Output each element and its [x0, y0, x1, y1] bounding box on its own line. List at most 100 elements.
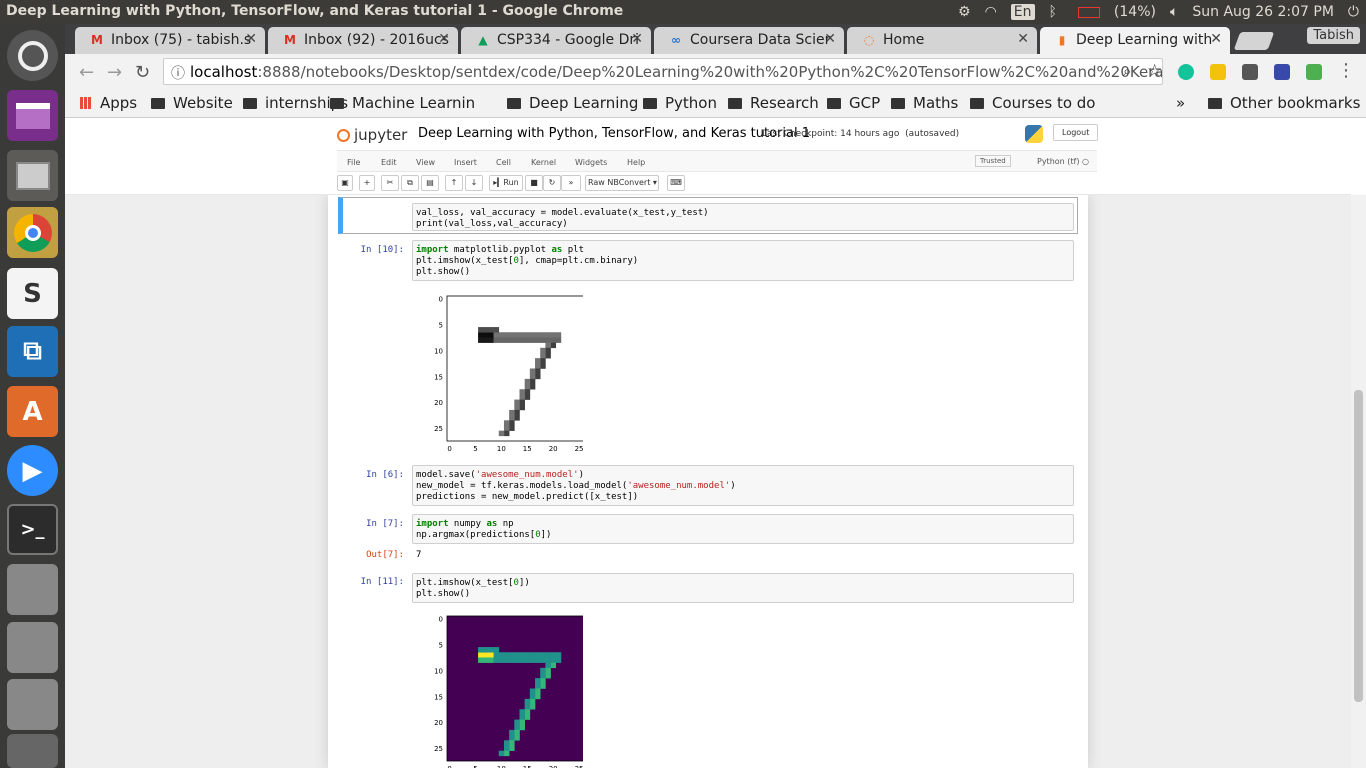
new-tab-button[interactable]: [1233, 32, 1275, 50]
clock[interactable]: Sun Aug 26 2:07 PM: [1192, 4, 1334, 20]
menu-kernel[interactable]: Kernel: [531, 158, 556, 167]
software-center-icon[interactable]: A: [7, 386, 58, 437]
code-cell-imshow-color[interactable]: plt.imshow(x_test[0]) plt.show(): [412, 573, 1074, 603]
keyboard-layout[interactable]: En: [1010, 4, 1035, 20]
volume-icon[interactable]: 🔈︎: [1170, 4, 1178, 20]
add-cell-icon[interactable]: +: [359, 175, 375, 191]
file-manager-icon[interactable]: [7, 150, 58, 201]
image-pixel: [545, 337, 551, 343]
ubuntu-dash-icon[interactable]: [7, 30, 58, 81]
forward-button[interactable]: →: [107, 62, 122, 83]
close-icon[interactable]: ✕: [438, 31, 450, 47]
menu-view[interactable]: View: [416, 158, 435, 167]
cell-type-select[interactable]: Raw NBConvert ▾: [585, 175, 659, 191]
python-logo-icon: [1025, 125, 1043, 143]
bookmark-maths[interactable]: Maths: [891, 94, 958, 112]
zoom-search-icon[interactable]: ⌕: [1123, 62, 1131, 80]
close-icon[interactable]: ✕: [245, 31, 257, 47]
bookmark-website[interactable]: Website: [151, 94, 233, 112]
bookmark-deep-learning[interactable]: Deep Learning: [507, 94, 638, 112]
settings-icon[interactable]: ⚙: [958, 4, 971, 20]
wifi-icon[interactable]: ◠: [985, 4, 997, 20]
page-scrollbar[interactable]: [1351, 195, 1366, 768]
power-icon[interactable]: ⏻: [1348, 4, 1359, 20]
notebook-name[interactable]: Deep Learning with Python, TensorFlow, a…: [418, 126, 810, 141]
bookmark-research[interactable]: Research: [728, 94, 819, 112]
download-icon[interactable]: [1306, 64, 1322, 80]
close-icon[interactable]: ✕: [1017, 31, 1029, 47]
move-up-icon[interactable]: ↑: [445, 175, 463, 191]
bookmark-label: Apps: [100, 94, 138, 112]
bookmark-courses[interactable]: Courses to do: [970, 94, 1095, 112]
menu-edit[interactable]: Edit: [381, 158, 397, 167]
close-icon[interactable]: ✕: [824, 31, 836, 47]
menu-insert[interactable]: Insert: [454, 158, 477, 167]
code-cell-argmax[interactable]: import numpy as np np.argmax(predictions…: [412, 514, 1074, 544]
slack-icon[interactable]: S: [7, 268, 58, 319]
grammarly-icon[interactable]: [1178, 64, 1194, 80]
command-palette-icon[interactable]: ⌨: [667, 175, 685, 191]
logout-button[interactable]: Logout: [1053, 124, 1099, 141]
extension-icon-2[interactable]: [1274, 64, 1290, 80]
bookmark-apps[interactable]: Apps: [80, 94, 137, 112]
battery-icon[interactable]: [1071, 4, 1107, 20]
tab-inbox-1[interactable]: M Inbox (75) - tabish.s ✕: [75, 27, 265, 54]
terminal-icon[interactable]: >_: [7, 504, 58, 555]
bluetooth-icon[interactable]: ᛒ: [1049, 4, 1057, 20]
chrome-icon[interactable]: [7, 207, 58, 258]
move-down-icon[interactable]: ↓: [465, 175, 483, 191]
tab-drive[interactable]: ▲ CSP334 - Google Dri ✕: [461, 27, 651, 54]
bookmark-python[interactable]: Python: [643, 94, 717, 112]
input-prompt: In [6]:: [366, 470, 404, 480]
trusted-badge[interactable]: Trusted: [975, 155, 1011, 167]
vscode-icon[interactable]: ⧉: [7, 326, 58, 377]
other-bookmarks[interactable]: Other bookmarks: [1208, 94, 1360, 112]
extension-icon[interactable]: [1242, 64, 1258, 80]
image-pixel: [529, 688, 536, 694]
code-cell-imshow-binary[interactable]: import matplotlib.pyplot as plt plt.imsh…: [412, 240, 1074, 281]
trash-icon[interactable]: [7, 734, 58, 768]
tab-inbox-2[interactable]: M Inbox (92) - 2016ucs ✕: [268, 27, 458, 54]
profile-button[interactable]: Tabish: [1307, 27, 1360, 44]
bookmark-star-icon[interactable]: ☆: [1147, 61, 1162, 81]
menu-file[interactable]: File: [347, 158, 360, 167]
image-pixel: [493, 657, 500, 663]
save-icon[interactable]: ▣: [337, 175, 353, 191]
cut-icon[interactable]: ✂: [381, 175, 399, 191]
workspaces-icon[interactable]: [7, 90, 58, 141]
paste-icon[interactable]: ▤: [421, 175, 439, 191]
stop-icon[interactable]: ■: [525, 175, 543, 191]
info-icon[interactable]: ⓘ: [171, 63, 185, 83]
tab-coursera[interactable]: ∞ Coursera Data Scier ✕: [654, 27, 844, 54]
kernel-idle-icon: ○: [1082, 157, 1089, 166]
drive-icon-1[interactable]: [7, 564, 58, 615]
bookmarks-overflow[interactable]: »: [1176, 94, 1185, 112]
code-cell-evaluate[interactable]: val_loss, val_accuracy = model.evaluate(…: [412, 203, 1074, 231]
image-pixel: [540, 363, 546, 369]
keep-icon[interactable]: [1210, 64, 1226, 80]
drive-icon-2[interactable]: [7, 622, 58, 673]
jupyter-logo[interactable]: jupyter: [337, 126, 407, 144]
scrollbar-thumb[interactable]: [1354, 390, 1363, 702]
bookmark-machine-learning[interactable]: Machine Learnin: [330, 94, 493, 112]
zoom-icon[interactable]: ▶: [7, 445, 58, 496]
address-bar[interactable]: ⓘ localhost:8888/notebooks/Desktop/sentd…: [163, 58, 1163, 85]
tab-home[interactable]: ◌ Home ✕: [847, 27, 1037, 54]
reload-button[interactable]: ↻: [135, 62, 150, 83]
code-cell-save-model[interactable]: model.save('awesome_num.model') new_mode…: [412, 465, 1074, 506]
drive-icon-3[interactable]: [7, 679, 58, 730]
menu-help[interactable]: Help: [627, 158, 645, 167]
menu-cell[interactable]: Cell: [496, 158, 511, 167]
copy-icon[interactable]: ⧉: [401, 175, 419, 191]
tab-strip: M Inbox (75) - tabish.s ✕ M Inbox (92) - 20…: [65, 24, 1366, 54]
tab-deep-learning[interactable]: ▮ Deep Learning with ✕: [1040, 27, 1230, 54]
back-button[interactable]: ←: [79, 62, 94, 83]
restart-icon[interactable]: ↻: [543, 175, 561, 191]
restart-run-icon[interactable]: »: [561, 175, 581, 191]
menu-widgets[interactable]: Widgets: [575, 158, 607, 167]
run-button[interactable]: ▸▎Run: [489, 175, 523, 191]
bookmark-gcp[interactable]: GCP: [827, 94, 880, 112]
close-icon[interactable]: ✕: [1210, 31, 1222, 47]
close-icon[interactable]: ✕: [631, 31, 643, 47]
menu-icon[interactable]: ⋮: [1337, 60, 1355, 81]
